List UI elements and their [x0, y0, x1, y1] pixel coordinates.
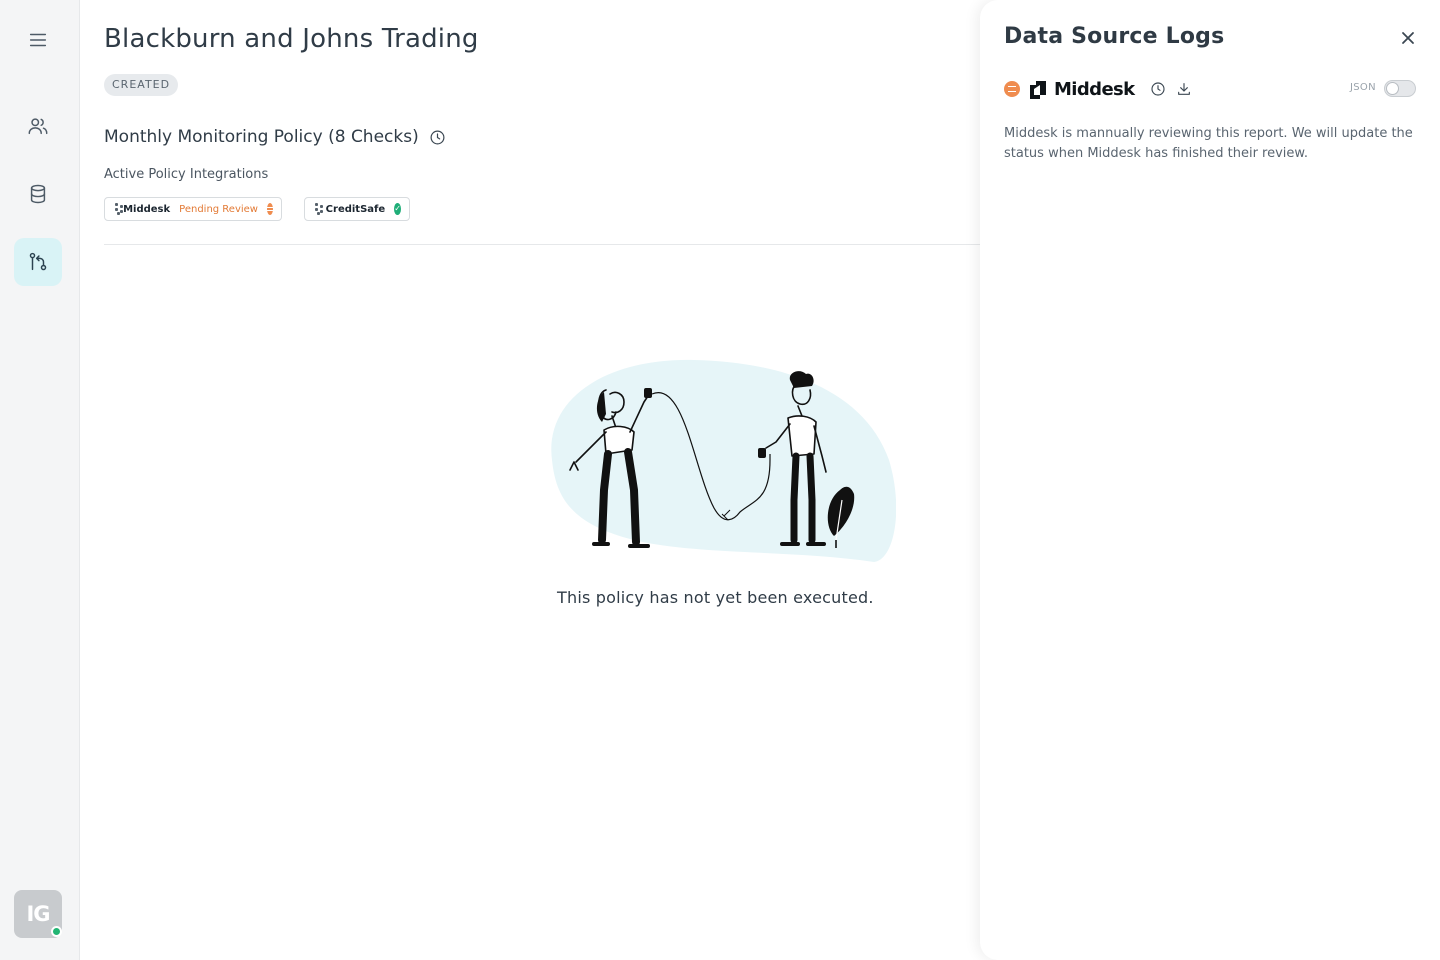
online-status-dot: [51, 926, 62, 937]
sidebar: IG: [0, 0, 80, 960]
download-button[interactable]: [1175, 80, 1193, 98]
workflow-icon: [29, 252, 47, 271]
data-source-row: Middesk: [1004, 76, 1193, 102]
json-toggle-label: JSON: [1350, 82, 1376, 93]
integration-status: Pending Review: [179, 203, 258, 215]
toggle-knob: [1386, 82, 1399, 95]
drawer-title: Data Source Logs: [1004, 24, 1225, 49]
close-button[interactable]: [1398, 28, 1418, 48]
data-source-logs-drawer: Data Source Logs Middesk JSON Middesk is…: [980, 0, 1440, 960]
users-icon: [28, 118, 48, 135]
sidebar-item-data-sources[interactable]: [14, 170, 62, 218]
json-toggle[interactable]: [1384, 80, 1416, 97]
policy-title: Monthly Monitoring Policy (8 Checks): [104, 127, 446, 147]
middesk-logo-icon: [1030, 81, 1046, 99]
integration-name: CreditSafe: [325, 203, 386, 215]
status-badge: CREATED: [104, 74, 179, 96]
integrations-label: Active Policy Integrations: [104, 167, 269, 182]
menu-icon: [29, 33, 47, 47]
integration-chip-middesk[interactable]: Middesk Pending Review: [104, 197, 282, 221]
integration-logo-icon: [115, 203, 123, 215]
close-icon: [1402, 32, 1414, 44]
history-icon[interactable]: [429, 129, 446, 146]
integration-logo-icon: [315, 203, 323, 215]
empty-state-text: This policy has not yet been executed.: [557, 588, 874, 607]
policy-title-text: Monthly Monitoring Policy (8 Checks): [104, 127, 419, 147]
sidebar-item-users[interactable]: [14, 102, 62, 150]
pending-status-icon: [267, 203, 273, 215]
history-button[interactable]: [1149, 80, 1167, 98]
sidebar-item-policies[interactable]: [14, 238, 62, 286]
middesk-logo: Middesk: [1028, 79, 1135, 100]
divider: [104, 244, 980, 245]
integration-chip-creditsafe[interactable]: CreditSafe ✓: [304, 197, 410, 221]
source-name: Middesk: [1054, 78, 1135, 100]
integration-name: Middesk: [123, 203, 171, 215]
menu-button[interactable]: [14, 16, 62, 64]
empty-state-illustration: [551, 359, 896, 562]
page-title: Blackburn and Johns Trading: [104, 24, 479, 54]
download-icon: [1177, 83, 1190, 95]
database-icon: [30, 184, 46, 204]
clock-icon: [1150, 82, 1165, 96]
check-status-icon: ✓: [394, 203, 401, 215]
pending-status-icon: [1004, 81, 1020, 97]
drawer-message: Middesk is mannually reviewing this repo…: [1004, 126, 1413, 161]
main-content: Blackburn and Johns Trading CREATED Mont…: [104, 0, 980, 960]
